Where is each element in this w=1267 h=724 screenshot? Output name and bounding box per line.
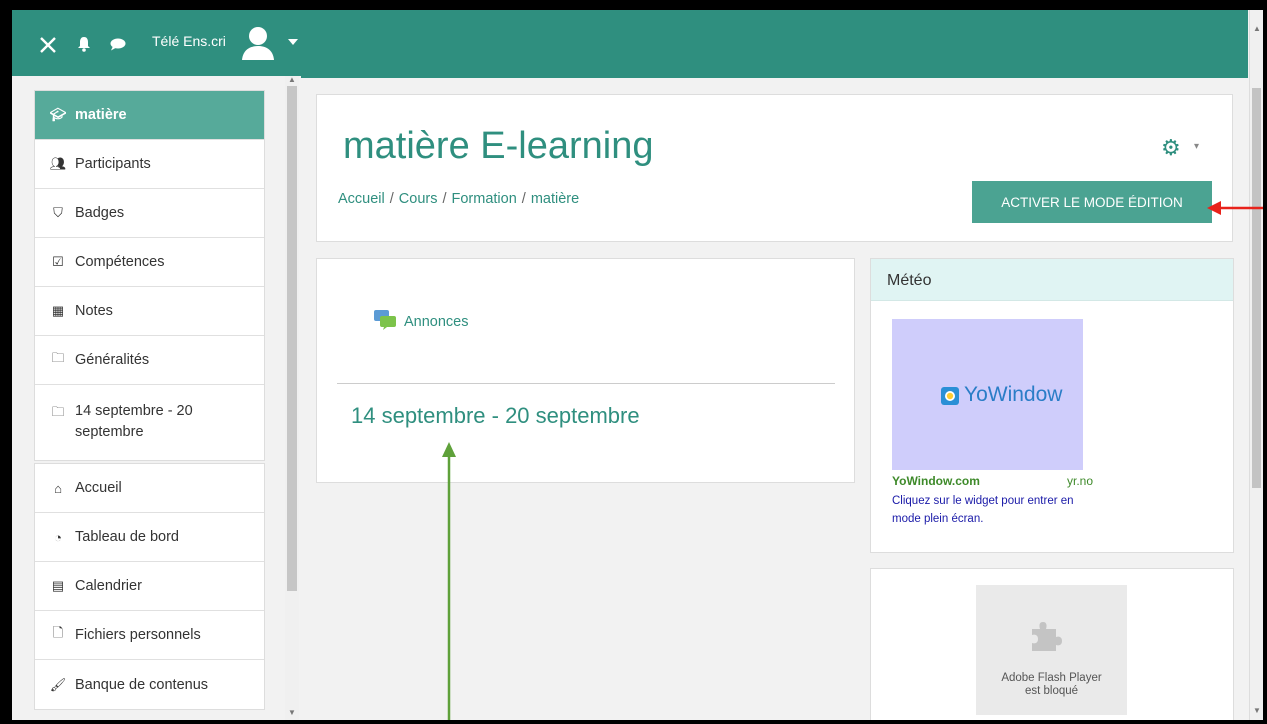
breadcrumb-link[interactable]: Cours	[399, 191, 438, 207]
nav-item-competences[interactable]: ☑ Compétences	[35, 238, 264, 287]
scroll-down-icon[interactable]: ▼	[288, 708, 296, 717]
scroll-down-icon[interactable]: ▼	[1253, 706, 1261, 715]
nav-item-label: matière	[75, 107, 127, 123]
navbar-accent-strip	[301, 70, 1248, 78]
nav-item-badges[interactable]: ⛉ Badges	[35, 189, 264, 238]
user-name[interactable]: Télé Ens.cri	[152, 33, 226, 49]
sun-icon	[941, 387, 959, 405]
page-scrollbar-thumb[interactable]	[1252, 88, 1261, 488]
nav-item-label: Compétences	[75, 254, 165, 270]
breadcrumb-link[interactable]: Formation	[452, 191, 517, 207]
breadcrumb-link[interactable]: Accueil	[338, 191, 385, 207]
dashboard-icon: ◔	[54, 529, 62, 545]
graduation-cap-icon: 🎓︎	[49, 107, 67, 122]
users-icon: 👥︎	[49, 156, 67, 171]
chat-icon[interactable]	[110, 38, 126, 51]
nav-drawer: 🎓︎ matière 👥︎ Participants ⛉ Badges ☑ Co…	[12, 75, 299, 720]
table-icon: ▦	[51, 303, 65, 318]
course-nav-group: 🎓︎ matière 👥︎ Participants ⛉ Badges ☑ Co…	[34, 90, 265, 461]
nav-item-matiere[interactable]: 🎓︎ matière	[35, 91, 264, 140]
nav-item-calendrier[interactable]: ▤ Calendrier	[35, 562, 264, 611]
breadcrumb-link[interactable]: matière	[531, 191, 579, 207]
breadcrumb: Accueil / Cours / Formation / matière	[338, 191, 579, 207]
nav-item-fichiers-personnels[interactable]: 🗋 Fichiers personnels	[35, 611, 264, 660]
breadcrumb-separator: /	[389, 191, 394, 207]
breadcrumb-separator: /	[521, 191, 526, 207]
flash-blocked-message: Adobe Flash Player est bloqué	[976, 672, 1127, 698]
gear-icon[interactable]: ⚙	[1161, 135, 1181, 161]
nav-item-label: Fichiers personnels	[75, 627, 201, 643]
announcements-link[interactable]: Annonces	[404, 314, 469, 330]
drawer-scrollbar[interactable]: ▲ ▼	[285, 75, 299, 720]
nav-item-section-week[interactable]: 🗀 14 septembre - 20 septembre	[35, 385, 264, 460]
page-title: matière E-learning	[343, 125, 654, 167]
section-divider	[337, 383, 835, 384]
folder-icon: 🗀	[51, 350, 65, 365]
caret-down-icon[interactable]	[288, 39, 298, 45]
meteo-block: Météo YoWindow YoWindow.com yr.no Clique…	[870, 258, 1234, 553]
file-icon: 🗋	[52, 625, 64, 640]
puzzle-icon	[1032, 622, 1062, 651]
nav-item-label: Notes	[75, 303, 113, 319]
nav-item-label: Banque de contenus	[75, 676, 209, 693]
nav-item-notes[interactable]: ▦ Notes	[35, 287, 264, 336]
nav-item-participants[interactable]: 👥︎ Participants	[35, 140, 264, 189]
course-content-card: Annonces 14 septembre - 20 septembre	[316, 258, 855, 483]
forum-icon[interactable]	[373, 309, 397, 331]
nav-item-label: Badges	[75, 205, 125, 221]
drawer-scrollbar-thumb[interactable]	[287, 86, 297, 591]
nav-item-tableau-de-bord[interactable]: ◔ Tableau de bord	[35, 513, 264, 562]
nav-item-label: Généralités	[75, 352, 150, 368]
top-navbar: Télé Ens.cri	[12, 10, 1248, 76]
nav-item-label: Calendrier	[75, 578, 142, 594]
nav-item-label: Accueil	[75, 480, 122, 496]
green-annotation-arrow	[442, 442, 456, 720]
nav-item-accueil[interactable]: ⌂ Accueil	[35, 464, 264, 513]
chevron-down-icon[interactable]: ▾	[1194, 141, 1199, 152]
home-icon: ⌂	[54, 480, 62, 496]
close-icon[interactable]	[39, 36, 57, 54]
nav-item-label: Participants	[75, 156, 151, 172]
checkbox-icon: ☑	[52, 254, 64, 269]
scroll-up-icon[interactable]: ▲	[288, 75, 296, 84]
yr-link[interactable]: yr.no	[1067, 474, 1093, 488]
browser-viewport: Télé Ens.cri 🎓︎ matière 👥︎ Participants …	[12, 10, 1263, 720]
page-scrollbar[interactable]: ▲ ▼	[1249, 10, 1263, 720]
brush-icon: 🖌︎	[49, 676, 67, 692]
folder-icon: 🗀	[51, 404, 65, 419]
nav-item-label: Tableau de bord	[75, 529, 179, 545]
edit-mode-button[interactable]: ACTIVER LE MODE ÉDITION	[972, 181, 1212, 223]
weather-widget-hint[interactable]: Cliquez sur le widget pour entrer en mod…	[892, 492, 1092, 528]
scroll-up-icon[interactable]: ▲	[1253, 24, 1261, 33]
flash-message-line: est bloqué	[1024, 685, 1079, 697]
meteo-block-title: Météo	[871, 259, 1233, 301]
nav-item-banque-de-contenus[interactable]: 🖌︎ Banque de contenus	[35, 660, 264, 709]
avatar-icon[interactable]	[240, 25, 276, 61]
red-annotation-arrow	[1207, 201, 1263, 215]
shield-icon: ⛉	[53, 205, 63, 220]
page-header-card: matière E-learning ⚙ ▾ Accueil / Cours / For…	[316, 94, 1233, 242]
flash-message-line: Adobe Flash Player	[1001, 672, 1102, 684]
calendar-icon: ▤	[51, 578, 65, 593]
nav-item-label: 14 septembre - 20 septembre	[75, 403, 193, 440]
section-title[interactable]: 14 septembre - 20 septembre	[351, 403, 640, 429]
yowindow-link[interactable]: YoWindow.com	[892, 474, 980, 488]
flash-block: Adobe Flash Player est bloqué	[870, 568, 1234, 720]
breadcrumb-separator: /	[442, 191, 447, 207]
site-nav-group: ⌂ Accueil ◔ Tableau de bord ▤ Calendrier…	[34, 463, 265, 710]
weather-widget-brand: YoWindow	[964, 383, 1063, 406]
nav-item-generalites[interactable]: 🗀 Généralités	[35, 336, 264, 385]
weather-widget[interactable]: YoWindow	[892, 319, 1083, 470]
flash-placeholder[interactable]: Adobe Flash Player est bloqué	[976, 585, 1127, 715]
bell-icon[interactable]	[77, 36, 91, 52]
